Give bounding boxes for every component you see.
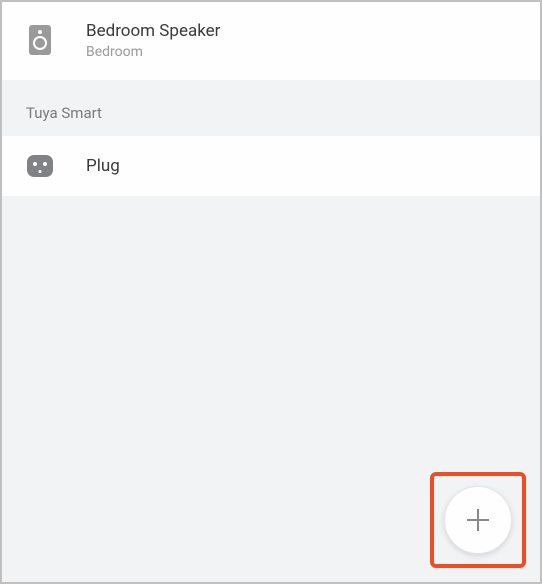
device-subtitle: Bedroom <box>86 44 220 60</box>
device-list-screen: Bedroom Speaker Bedroom Tuya Smart Plug <box>0 0 542 584</box>
plug-icon <box>26 152 54 180</box>
device-row-plug[interactable]: Plug <box>2 136 540 196</box>
add-device-button[interactable] <box>444 486 512 554</box>
device-title: Plug <box>86 155 120 177</box>
device-row-speaker[interactable]: Bedroom Speaker Bedroom <box>2 2 540 80</box>
device-title: Bedroom Speaker <box>86 20 220 42</box>
add-button-highlight <box>430 472 526 568</box>
device-text-block: Bedroom Speaker Bedroom <box>86 20 220 60</box>
device-text-block: Plug <box>86 155 120 177</box>
plus-icon <box>467 509 489 531</box>
speaker-icon <box>26 26 54 54</box>
section-header: Tuya Smart <box>2 80 540 136</box>
